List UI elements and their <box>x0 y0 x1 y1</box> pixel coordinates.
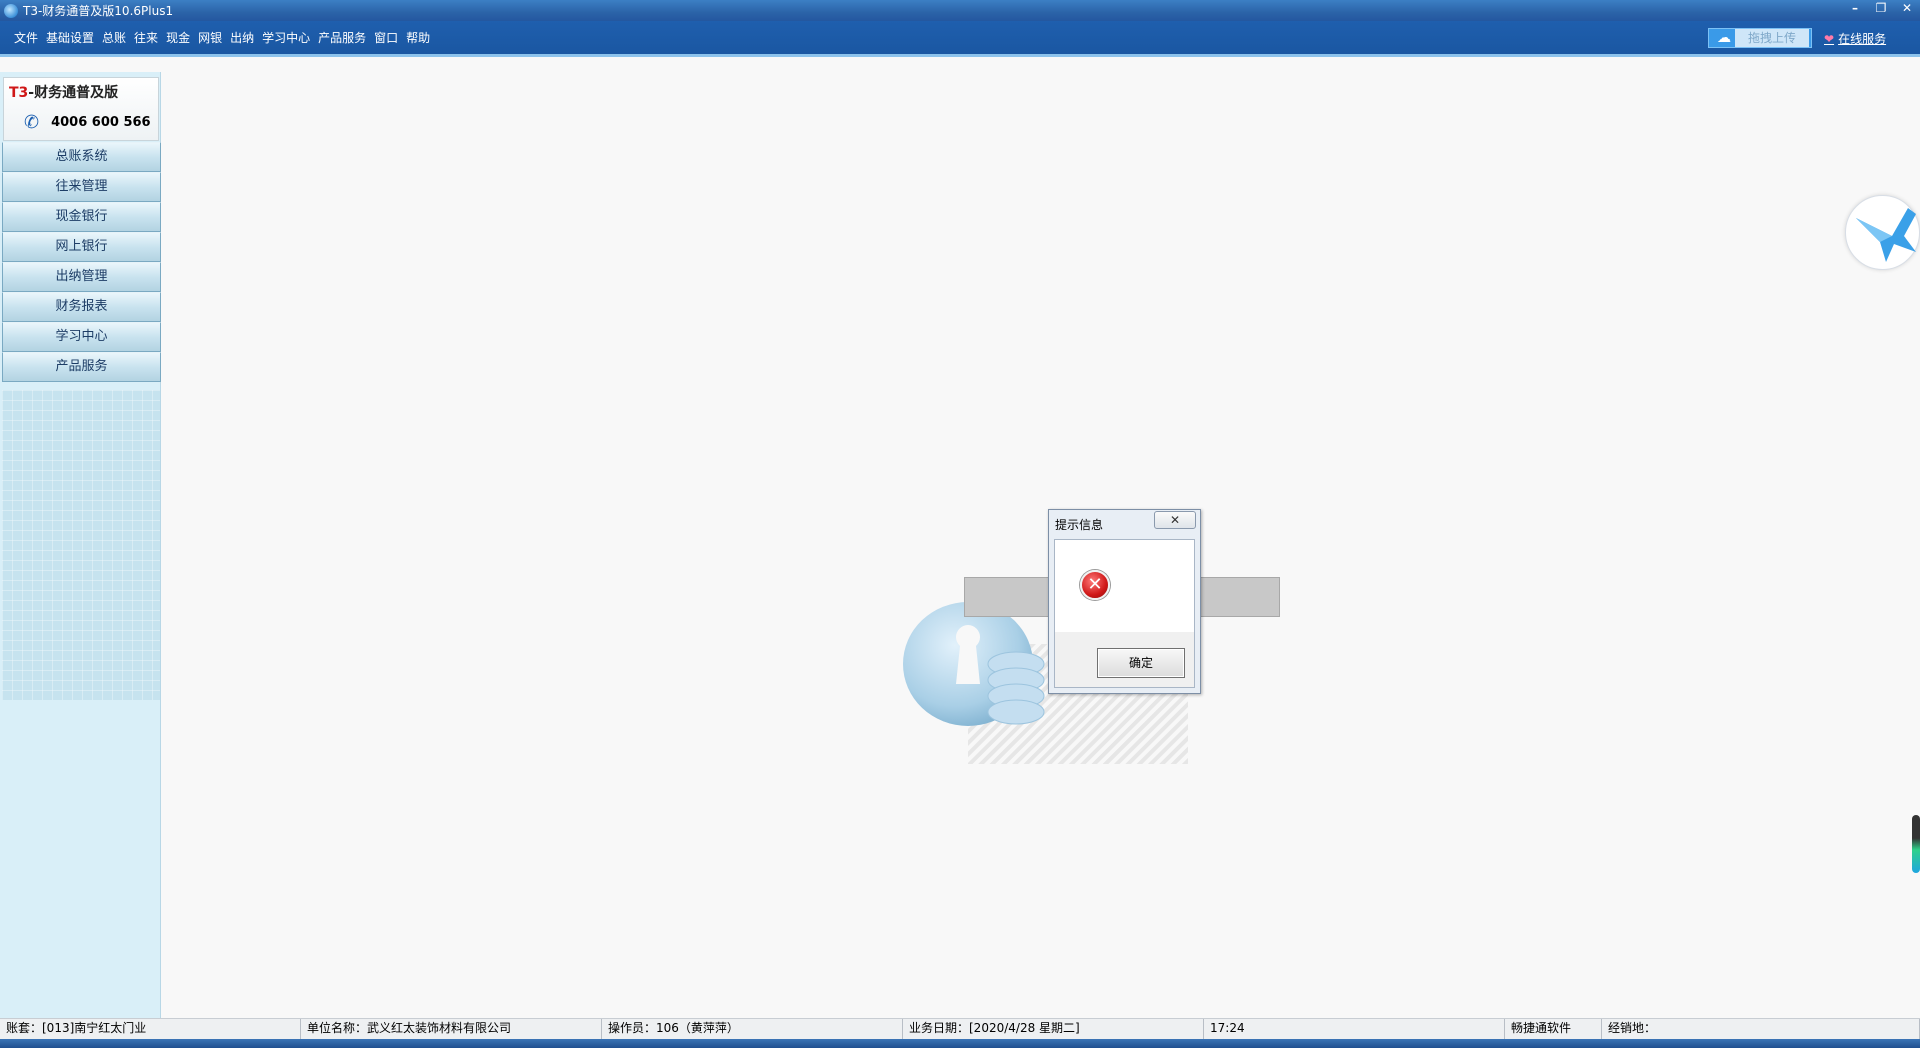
phone-icon: ✆ <box>24 112 40 133</box>
minimize-button[interactable]: – <box>1842 0 1868 18</box>
ok-button[interactable]: 确定 <box>1097 648 1185 678</box>
menu-general-ledger[interactable]: 总账 <box>102 29 126 46</box>
sidebar-item-financial-reports[interactable]: 财务报表 <box>2 292 161 322</box>
sidebar-decoration <box>2 390 160 700</box>
main-workspace: 提示信息 ✕ ✕ 确定 <box>162 57 1920 1018</box>
menu-file[interactable]: 文件 <box>14 29 38 46</box>
menu-window[interactable]: 窗口 <box>374 29 398 46</box>
logo-prefix: T3 <box>9 85 29 101</box>
window-controls: – ❐ ✕ <box>1842 0 1920 18</box>
sidebar-item-cashier[interactable]: 出纳管理 <box>2 262 161 292</box>
sidebar-item-online-bank[interactable]: 网上银行 <box>2 232 161 262</box>
sidebar-item-cash-bank[interactable]: 现金银行 <box>2 202 161 232</box>
menu-cashier[interactable]: 出纳 <box>230 29 254 46</box>
bird-icon <box>1856 208 1916 262</box>
menu-accounts[interactable]: 往来 <box>134 29 158 46</box>
online-service-link[interactable]: ❤ 在线服务 <box>1824 30 1886 47</box>
menu-learning-center[interactable]: 学习中心 <box>262 29 310 46</box>
status-company: 单位名称：武义红太装饰材料有限公司 <box>301 1019 602 1039</box>
menu-help[interactable]: 帮助 <box>406 29 430 46</box>
status-bar: 账套：[013]南宁红太门业 单位名称：武义红太装饰材料有限公司 操作员：106… <box>0 1018 1920 1039</box>
drag-upload-label: 拖拽上传 <box>1735 29 1809 47</box>
product-logo: T3-财务通普及版 ✆ 4006 600 566 <box>3 77 159 141</box>
status-account: 账套：[013]南宁红太门业 <box>0 1019 301 1039</box>
sidebar-item-learning-center[interactable]: 学习中心 <box>2 322 161 352</box>
menu-bar: 文件 基础设置 总账 往来 现金 网银 出纳 学习中心 产品服务 窗口 帮助 ☁… <box>0 21 1920 57</box>
sidebar-item-general-ledger[interactable]: 总账系统 <box>2 142 161 172</box>
sidebar-item-product-service[interactable]: 产品服务 <box>2 352 161 382</box>
logo-title: T3-财务通普及版 <box>9 82 118 102</box>
dialog-close-button[interactable]: ✕ <box>1154 511 1196 529</box>
sidebar-nav: 总账系统 往来管理 现金银行 网上银行 出纳管理 财务报表 学习中心 产品服务 <box>2 142 161 382</box>
menu-cash[interactable]: 现金 <box>166 29 190 46</box>
login-progress-bar-left <box>964 577 1049 617</box>
status-operator: 操作员：106（黄萍萍） <box>602 1019 903 1039</box>
menu-basic-settings[interactable]: 基础设置 <box>46 29 94 46</box>
error-icon: ✕ <box>1080 570 1110 600</box>
online-service-label: 在线服务 <box>1838 32 1887 46</box>
app-icon <box>4 3 18 18</box>
dialog-title: 提示信息 <box>1055 518 1104 532</box>
info-dialog: 提示信息 ✕ ✕ 确定 <box>1048 509 1201 694</box>
window-title: T3-财务通普及版10.6Plus1 <box>23 4 174 18</box>
dialog-body: ✕ 确定 <box>1054 539 1195 688</box>
status-vendor: 畅捷通软件 <box>1505 1019 1602 1039</box>
dialog-footer: 确定 <box>1055 632 1194 687</box>
drag-upload-button[interactable]: ☁ 拖拽上传 <box>1708 28 1812 48</box>
phone-number: 4006 600 566 <box>51 115 151 130</box>
status-time: 17:24 <box>1204 1019 1505 1039</box>
status-dealer: 经销地： <box>1602 1019 1920 1039</box>
sidebar-item-accounts-management[interactable]: 往来管理 <box>2 172 161 202</box>
menu-product-service[interactable]: 产品服务 <box>318 29 366 46</box>
menu-items: 文件 基础设置 总账 往来 现金 网银 出纳 学习中心 产品服务 窗口 帮助 <box>14 29 438 46</box>
close-button[interactable]: ✕ <box>1894 0 1920 18</box>
menu-online-bank[interactable]: 网银 <box>198 29 222 46</box>
chat-icon: ❤ <box>1824 31 1835 46</box>
logo-suffix: -财务通普及版 <box>28 85 119 101</box>
support-phone: ✆ 4006 600 566 <box>24 112 151 133</box>
login-progress-bar-right <box>1198 577 1280 617</box>
restore-button[interactable]: ❐ <box>1868 0 1894 18</box>
side-scroll-indicator[interactable] <box>1912 815 1920 873</box>
status-business-date: 业务日期：[2020/4/28 星期二] <box>903 1019 1204 1039</box>
floating-assistant-button[interactable] <box>1845 195 1920 270</box>
title-bar: T3-财务通普及版10.6Plus1 – ❐ ✕ <box>0 0 1920 21</box>
sidebar: T3-财务通普及版 ✆ 4006 600 566 总账系统 往来管理 现金银行 … <box>0 72 161 1018</box>
cloud-icon: ☁ <box>1717 30 1731 46</box>
os-taskbar <box>0 1039 1920 1048</box>
